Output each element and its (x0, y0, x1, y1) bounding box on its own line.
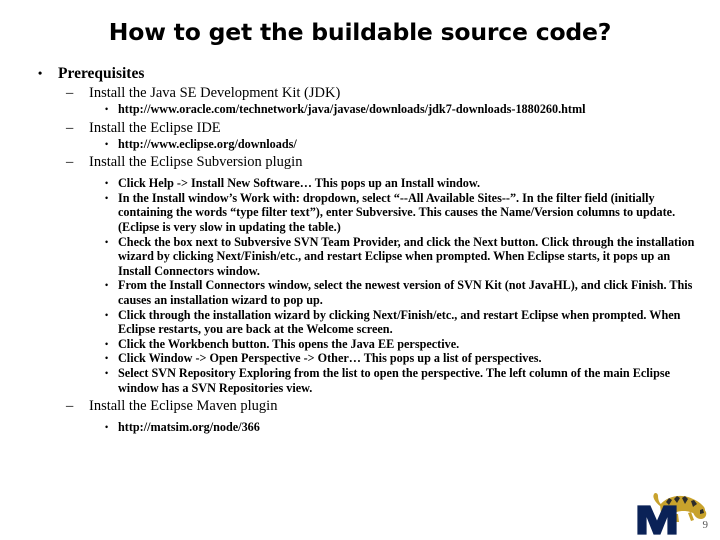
outline-item-level-2: – Install the Eclipse IDE (0, 119, 720, 137)
outline-item-text: In the Install window’s Work with: dropd… (118, 190, 676, 234)
outline-item-text: http://www.oracle.com/technetwork/java/j… (118, 102, 586, 116)
outline-item-text: Click Window -> Open Perspective -> Othe… (118, 351, 542, 366)
outline-item-level-3: • From the Install Connectors window, sel… (0, 278, 720, 307)
outline-item-level-3: • In the Install window’s Work with: drop… (0, 191, 720, 235)
outline-item-level-3: • http://www.oracle.com/technetwork/java/… (0, 102, 720, 117)
bullet-marker-icon: • (105, 280, 109, 291)
outline-item-level-2: – Install the Eclipse Maven plugin (0, 397, 720, 415)
bullet-marker-icon: • (38, 66, 43, 80)
outline-item-level-3: • Click the Workbench button. This opens … (0, 337, 720, 352)
outline-item-text: Check the box next to Subversive SVN Tea… (118, 234, 695, 278)
dash-marker-icon: – (66, 85, 74, 101)
dash-marker-icon: – (66, 154, 74, 171)
bullet-marker-icon: • (105, 138, 109, 149)
bullet-marker-icon: • (105, 367, 109, 378)
dash-marker-icon: – (66, 119, 74, 136)
dash-marker-icon: – (66, 398, 74, 415)
bullet-marker-icon: • (105, 309, 109, 320)
outline-item-level-3: • Click Help -> Install New Software… Thi… (0, 176, 720, 191)
bullet-marker-icon: • (105, 104, 109, 114)
outline-item-text: http://matsim.org/node/366 (118, 420, 260, 435)
outline-item-level-2: – Install the Java SE Development Kit (JD… (0, 84, 720, 102)
outline-item-level-3: • Check the box next to Subversive SVN Te… (0, 235, 720, 279)
outline-item-text: Install the Java SE Development Kit (JDK… (89, 85, 341, 101)
page-number: 9 (702, 519, 709, 531)
bullet-marker-icon: • (105, 192, 109, 203)
outline-item-level-3: • Click through the installation wizard b… (0, 308, 720, 337)
bullet-marker-icon: • (105, 422, 109, 433)
outline-item-level-3: • http://matsim.org/node/366 (0, 420, 720, 435)
bullet-marker-icon: • (105, 353, 109, 364)
outline-item-level-3: • Click Window -> Open Perspective -> Oth… (0, 351, 720, 366)
outline-item-text: Install the Eclipse Maven plugin (89, 398, 278, 415)
slide: How to get the buildable source code? • P… (0, 0, 720, 540)
outline-item-level-3: • http://www.eclipse.org/downloads/ (0, 137, 720, 152)
outline-item-text: Click through the installation wizard by… (118, 307, 681, 337)
outline-item-text: Prerequisites (58, 65, 145, 82)
outline-item-text: http://www.eclipse.org/downloads/ (118, 136, 297, 151)
outline-item-text: Install the Eclipse Subversion plugin (89, 154, 303, 171)
outline-item-text: From the Install Connectors window, sele… (118, 278, 693, 307)
bullet-marker-icon: • (105, 236, 109, 247)
outline-item-text: Click the Workbench button. This opens t… (118, 336, 460, 351)
bullet-marker-icon: • (105, 178, 109, 189)
outline-item-level-1: • Prerequisites (0, 64, 720, 83)
slide-body: • Prerequisites – Install the Java SE Devel… (0, 64, 720, 435)
slide-title: How to get the buildable source code? (108, 18, 612, 46)
outline-item-text: Install the Eclipse IDE (89, 119, 221, 136)
university-of-memphis-tiger-logo (630, 492, 708, 538)
outline-item-level-3: • Select SVN Repository Exploring from th… (0, 366, 720, 395)
outline-item-text: Click Help -> Install New Software… This… (118, 176, 481, 191)
bullet-marker-icon: • (105, 338, 109, 349)
outline-item-text: Select SVN Repository Exploring from the… (118, 365, 671, 395)
outline-item-level-2: – Install the Eclipse Subversion plugin (0, 153, 720, 171)
